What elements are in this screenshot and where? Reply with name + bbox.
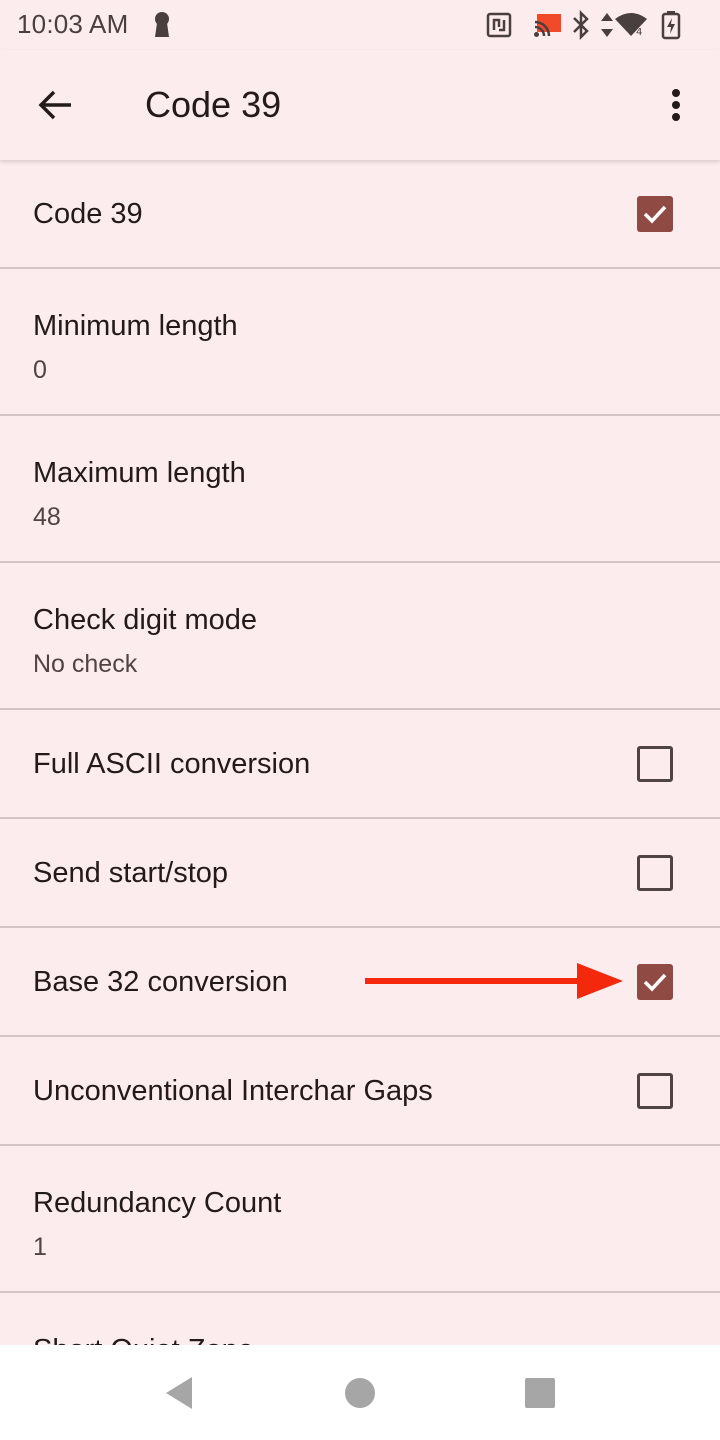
- pref-summary: No check: [33, 650, 138, 678]
- overflow-menu-button[interactable]: [656, 83, 696, 127]
- red-arrow-annotation: [365, 963, 623, 999]
- pref-maximum-length[interactable]: Maximum length 48: [0, 416, 720, 563]
- checkbox-unchecked[interactable]: [637, 746, 673, 782]
- pref-title: Short Quiet Zone: [33, 1334, 254, 1345]
- back-button[interactable]: [30, 83, 80, 127]
- svg-text:4: 4: [636, 27, 642, 37]
- pref-summary: 0: [33, 356, 47, 384]
- cast-icon: [533, 12, 563, 43]
- pref-unconventional-interchar-gaps[interactable]: Unconventional Interchar Gaps: [0, 1037, 720, 1146]
- pref-title: Send start/stop: [33, 857, 229, 889]
- nav-recents-icon[interactable]: [522, 1375, 558, 1411]
- pref-title: Check digit mode: [33, 604, 258, 636]
- preference-list[interactable]: Code 39 Minimum length 0 Maximum length …: [0, 160, 720, 1345]
- pref-minimum-length[interactable]: Minimum length 0: [0, 269, 720, 416]
- pref-title: Full ASCII conversion: [33, 748, 311, 780]
- bluetooth-icon: [571, 9, 591, 45]
- pref-summary: 48: [33, 503, 61, 531]
- pref-redundancy-count[interactable]: Redundancy Count 1: [0, 1146, 720, 1293]
- arrow-back-icon: [38, 90, 71, 120]
- data-arrows-icon: [600, 11, 614, 44]
- check-icon: [643, 973, 667, 992]
- pref-title: Minimum length: [33, 310, 238, 342]
- navigation-bar: [0, 1345, 720, 1440]
- wifi-icon: 4: [614, 11, 648, 42]
- nav-home-icon[interactable]: [342, 1375, 378, 1411]
- checkbox-checked[interactable]: [637, 964, 673, 1000]
- pref-short-quiet-zone[interactable]: Short Quiet Zone: [0, 1293, 720, 1345]
- pref-title: Code 39: [33, 198, 143, 230]
- pref-title: Maximum length: [33, 457, 246, 489]
- pref-summary: 1: [33, 1233, 47, 1261]
- pref-title: Base 32 conversion: [33, 966, 288, 998]
- check-icon: [643, 205, 667, 224]
- pref-base32-conversion[interactable]: Base 32 conversion: [0, 928, 720, 1037]
- battery-charging-icon: [661, 10, 681, 45]
- pref-title: Redundancy Count: [33, 1187, 282, 1219]
- pref-full-ascii-conversion[interactable]: Full ASCII conversion: [0, 710, 720, 819]
- checkbox-unchecked[interactable]: [637, 1073, 673, 1109]
- status-bar: 10:03 AM 4: [0, 0, 720, 50]
- pref-title: Unconventional Interchar Gaps: [33, 1075, 433, 1107]
- more-vert-icon: [672, 89, 680, 121]
- pref-code39-enable[interactable]: Code 39: [0, 160, 720, 269]
- keyhole-icon: [152, 11, 172, 44]
- pref-send-start-stop[interactable]: Send start/stop: [0, 819, 720, 928]
- page-title: Code 39: [145, 84, 282, 125]
- status-time: 10:03 AM: [17, 9, 129, 39]
- pref-check-digit-mode[interactable]: Check digit mode No check: [0, 563, 720, 710]
- app-bar: Code 39: [0, 50, 720, 160]
- checkbox-checked[interactable]: [637, 196, 673, 232]
- nav-back-icon[interactable]: [162, 1375, 198, 1411]
- checkbox-unchecked[interactable]: [637, 855, 673, 891]
- nfc-icon: [486, 12, 512, 43]
